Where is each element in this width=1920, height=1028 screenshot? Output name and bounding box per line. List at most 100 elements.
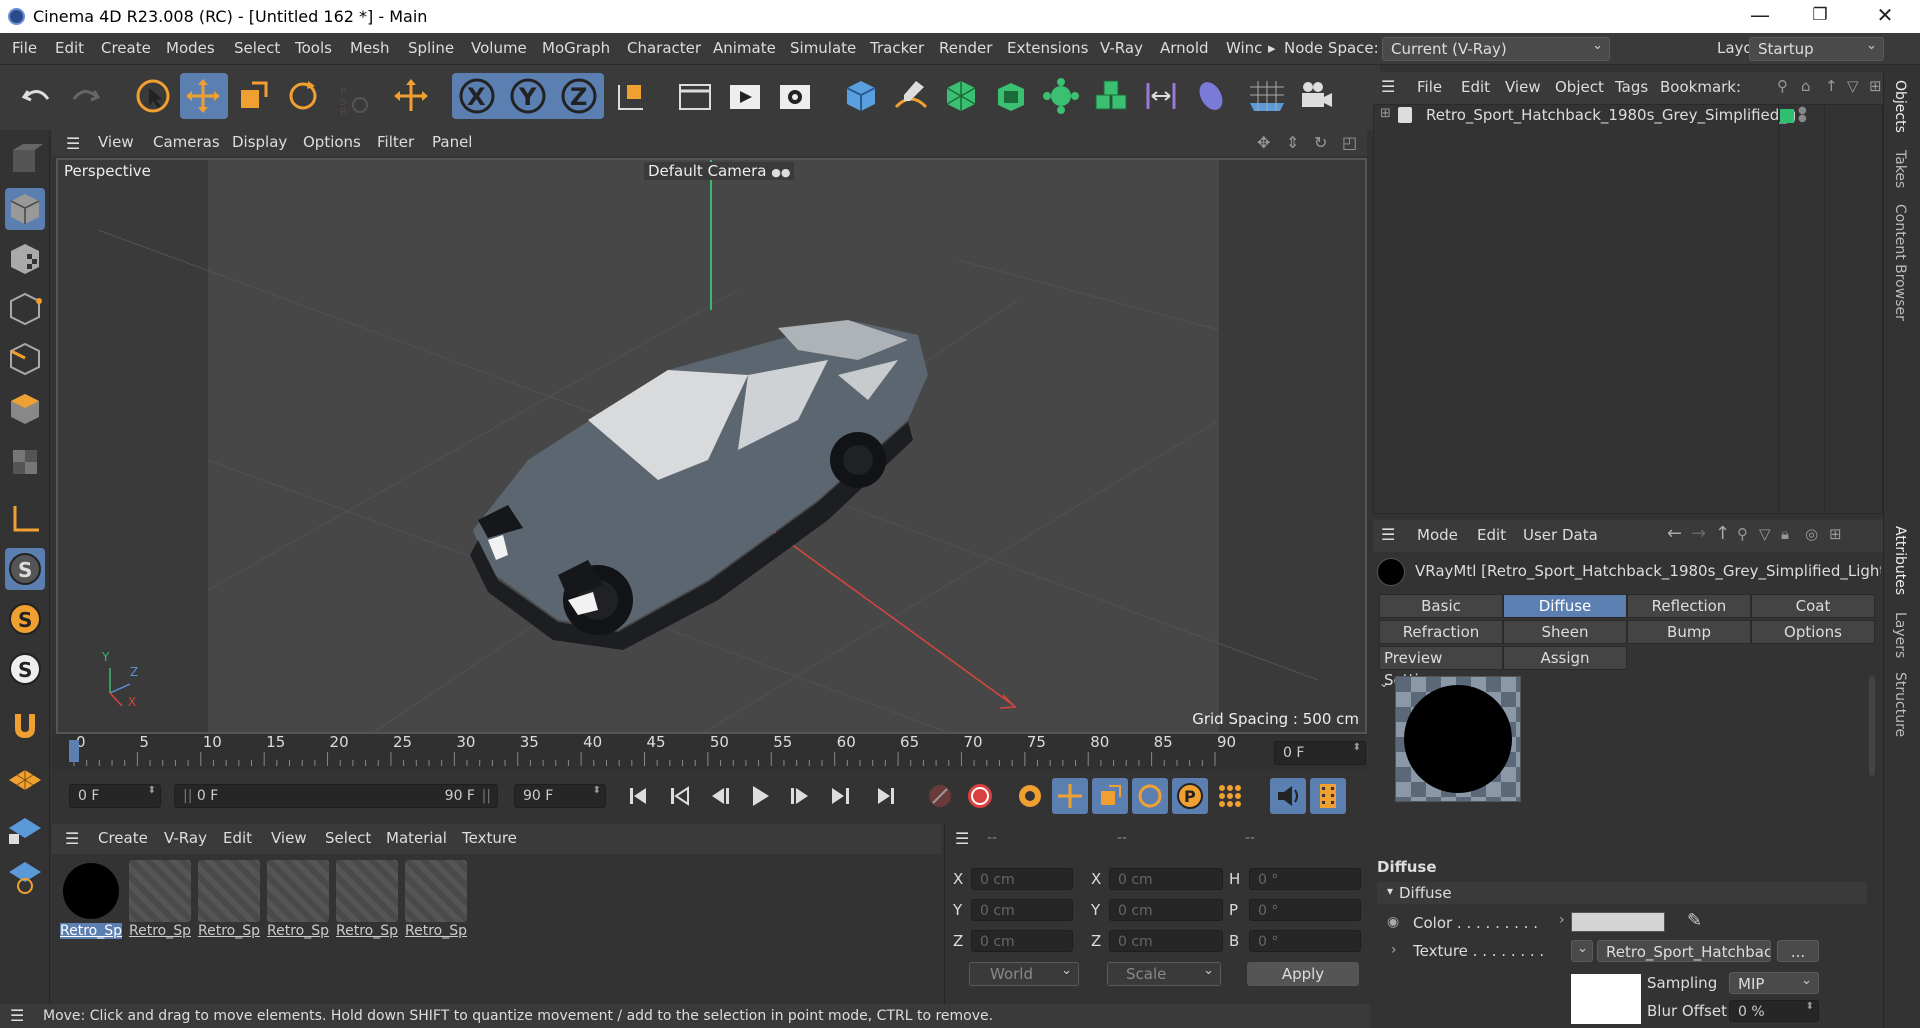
solo-mode-button[interactable]: S xyxy=(5,548,45,590)
blur-offset-field[interactable]: 0 % ⬍ xyxy=(1729,1000,1819,1022)
attribute-menu-user-data[interactable]: User Data xyxy=(1523,526,1598,544)
live-selection-button[interactable] xyxy=(130,73,178,119)
frame-range-slider[interactable]: || 0 F 90 F || xyxy=(174,784,498,808)
side-tab-structure[interactable]: Structure xyxy=(1892,672,1908,737)
menu-create[interactable]: Create xyxy=(101,39,151,57)
move-tool-button[interactable] xyxy=(180,73,228,119)
pos-x-field[interactable]: 0 cm xyxy=(971,868,1073,890)
object-menu-view[interactable]: View xyxy=(1505,78,1541,96)
material-item[interactable]: Retro_Sp xyxy=(336,860,398,944)
viewport-menu-cameras[interactable]: Cameras xyxy=(153,133,220,151)
side-tab-objects[interactable]: Objects xyxy=(1892,80,1908,133)
mograph-fracture-button[interactable] xyxy=(1088,73,1134,119)
up-arrow-icon[interactable]: ↑ xyxy=(1825,77,1838,95)
coordinate-system-button[interactable] xyxy=(607,73,653,119)
pan-view-icon[interactable]: ✥ xyxy=(1257,133,1270,152)
group-collapse-icon[interactable]: ▾ xyxy=(1387,884,1393,898)
attribute-menu-mode[interactable]: Mode xyxy=(1417,526,1458,544)
material-menu-create[interactable]: Create xyxy=(98,829,148,847)
cube-object-button[interactable] xyxy=(838,73,884,119)
3d-viewport[interactable]: Perspective Default Camera ●● Grid Spaci… xyxy=(56,158,1367,734)
hamburger-menu-icon[interactable]: ☰ xyxy=(1381,525,1395,544)
material-item[interactable]: Retro_Sp xyxy=(405,860,467,944)
object-menu-bookmarks[interactable]: Bookmark: xyxy=(1660,78,1741,96)
sound-button[interactable] xyxy=(1270,778,1306,814)
tab-refraction[interactable]: Refraction xyxy=(1379,620,1503,644)
extrude-generator-button[interactable] xyxy=(988,73,1034,119)
deformer-button[interactable] xyxy=(1138,73,1184,119)
sampling-dropdown[interactable]: MIP ⌄ xyxy=(1729,972,1819,994)
object-menu-edit[interactable]: Edit xyxy=(1461,78,1490,96)
menu-tools[interactable]: Tools xyxy=(295,39,332,57)
rotate-tool-button[interactable] xyxy=(280,73,326,119)
start-frame-field[interactable]: 0 F ⬍ xyxy=(69,784,161,808)
scale-tool-button[interactable] xyxy=(230,73,276,119)
menu-file[interactable]: File xyxy=(12,39,37,57)
material-menu-edit[interactable]: Edit xyxy=(223,829,252,847)
material-menu-texture[interactable]: Texture xyxy=(462,829,517,847)
size-x-field[interactable]: 0 cm xyxy=(1109,868,1223,890)
texture-menu-button[interactable]: ⌄ xyxy=(1571,940,1593,962)
material-menu-vray[interactable]: V-Ray xyxy=(164,829,207,847)
forward-arrow-icon[interactable]: → xyxy=(1691,523,1706,544)
rot-p-field[interactable]: 0 ° xyxy=(1249,899,1361,921)
tab-options[interactable]: Options xyxy=(1751,620,1875,644)
home-icon[interactable]: ⌂ xyxy=(1801,77,1811,95)
go-to-end-button[interactable] xyxy=(868,778,904,814)
filter-icon[interactable]: ▽ xyxy=(1759,525,1771,543)
menu-render[interactable]: Render xyxy=(939,39,992,57)
viewport-menu-panel[interactable]: Panel xyxy=(432,133,472,151)
key-position-button[interactable] xyxy=(1052,778,1088,814)
texture-mode-button[interactable] xyxy=(5,238,45,280)
keyframe-selection-button[interactable] xyxy=(1012,778,1048,814)
rotate-view-icon[interactable]: ↻ xyxy=(1314,133,1327,152)
new-window-icon[interactable]: ⊞ xyxy=(1829,525,1842,543)
lock-icon[interactable]: 🔒︎ xyxy=(1781,525,1789,543)
end-frame-field[interactable]: 90 F ⬍ xyxy=(514,784,606,808)
zoom-view-icon[interactable]: ⇕ xyxy=(1286,133,1299,152)
model-mode-button[interactable] xyxy=(5,188,45,230)
render-view-button[interactable] xyxy=(722,73,768,119)
new-window-icon[interactable]: ⊞ xyxy=(1869,77,1882,95)
size-mode-dropdown[interactable]: Scale ⌄ xyxy=(1107,962,1221,986)
hamburger-menu-icon[interactable]: ☰ xyxy=(66,134,80,153)
menu-animate[interactable]: Animate xyxy=(713,39,776,57)
key-parameter-button[interactable]: P xyxy=(1172,778,1208,814)
undo-button[interactable] xyxy=(14,73,60,119)
go-to-start-button[interactable] xyxy=(620,778,656,814)
animate-dot-icon[interactable]: ◉ xyxy=(1387,914,1399,930)
attribute-menu-edit[interactable]: Edit xyxy=(1477,526,1506,544)
diffuse-group-header[interactable]: ▾ Diffuse xyxy=(1377,882,1867,904)
playhead[interactable] xyxy=(69,740,79,762)
next-frame-button[interactable] xyxy=(782,778,818,814)
menu-select[interactable]: Select xyxy=(234,39,280,57)
hamburger-menu-icon[interactable]: ☰ xyxy=(1381,77,1395,96)
color-swatch[interactable] xyxy=(1571,912,1665,932)
menu-vray[interactable]: V-Ray xyxy=(1100,39,1143,57)
floor-environment-button[interactable] xyxy=(1244,73,1290,119)
texture-field[interactable]: Retro_Sport_Hatchback_198 xyxy=(1597,940,1771,962)
eyedropper-icon[interactable]: ✎ xyxy=(1687,910,1702,931)
render-settings-button[interactable] xyxy=(772,73,818,119)
stepper-icon[interactable]: ⬍ xyxy=(148,785,156,796)
menu-window[interactable]: Winc xyxy=(1226,39,1262,57)
expand-plus-icon[interactable]: ⊞ xyxy=(1380,106,1391,121)
locked-workplane-button[interactable] xyxy=(5,806,45,848)
menu-mesh[interactable]: Mesh xyxy=(350,39,390,57)
object-menu-file[interactable]: File xyxy=(1417,78,1442,96)
material-item[interactable]: Retro_Sp xyxy=(267,860,329,944)
side-tab-layers[interactable]: Layers xyxy=(1892,612,1908,658)
magnet-snap-button[interactable] xyxy=(5,704,45,746)
tab-assign[interactable]: Assign xyxy=(1503,646,1627,670)
minimize-button[interactable]: — xyxy=(1730,0,1790,33)
search-icon[interactable]: ⚲ xyxy=(1737,525,1748,543)
viewport-projection-label[interactable]: Perspective xyxy=(64,162,151,180)
point-mode-button[interactable] xyxy=(5,288,45,330)
material-item[interactable]: Retro_Sp xyxy=(129,860,191,944)
next-key-button[interactable] xyxy=(822,778,858,814)
previous-frame-button[interactable] xyxy=(702,778,738,814)
tab-coat[interactable]: Coat xyxy=(1751,594,1875,618)
viewport-menu-filter[interactable]: Filter xyxy=(377,133,414,151)
snap-move-button[interactable] xyxy=(388,73,434,119)
subdivision-surface-button[interactable] xyxy=(938,73,984,119)
